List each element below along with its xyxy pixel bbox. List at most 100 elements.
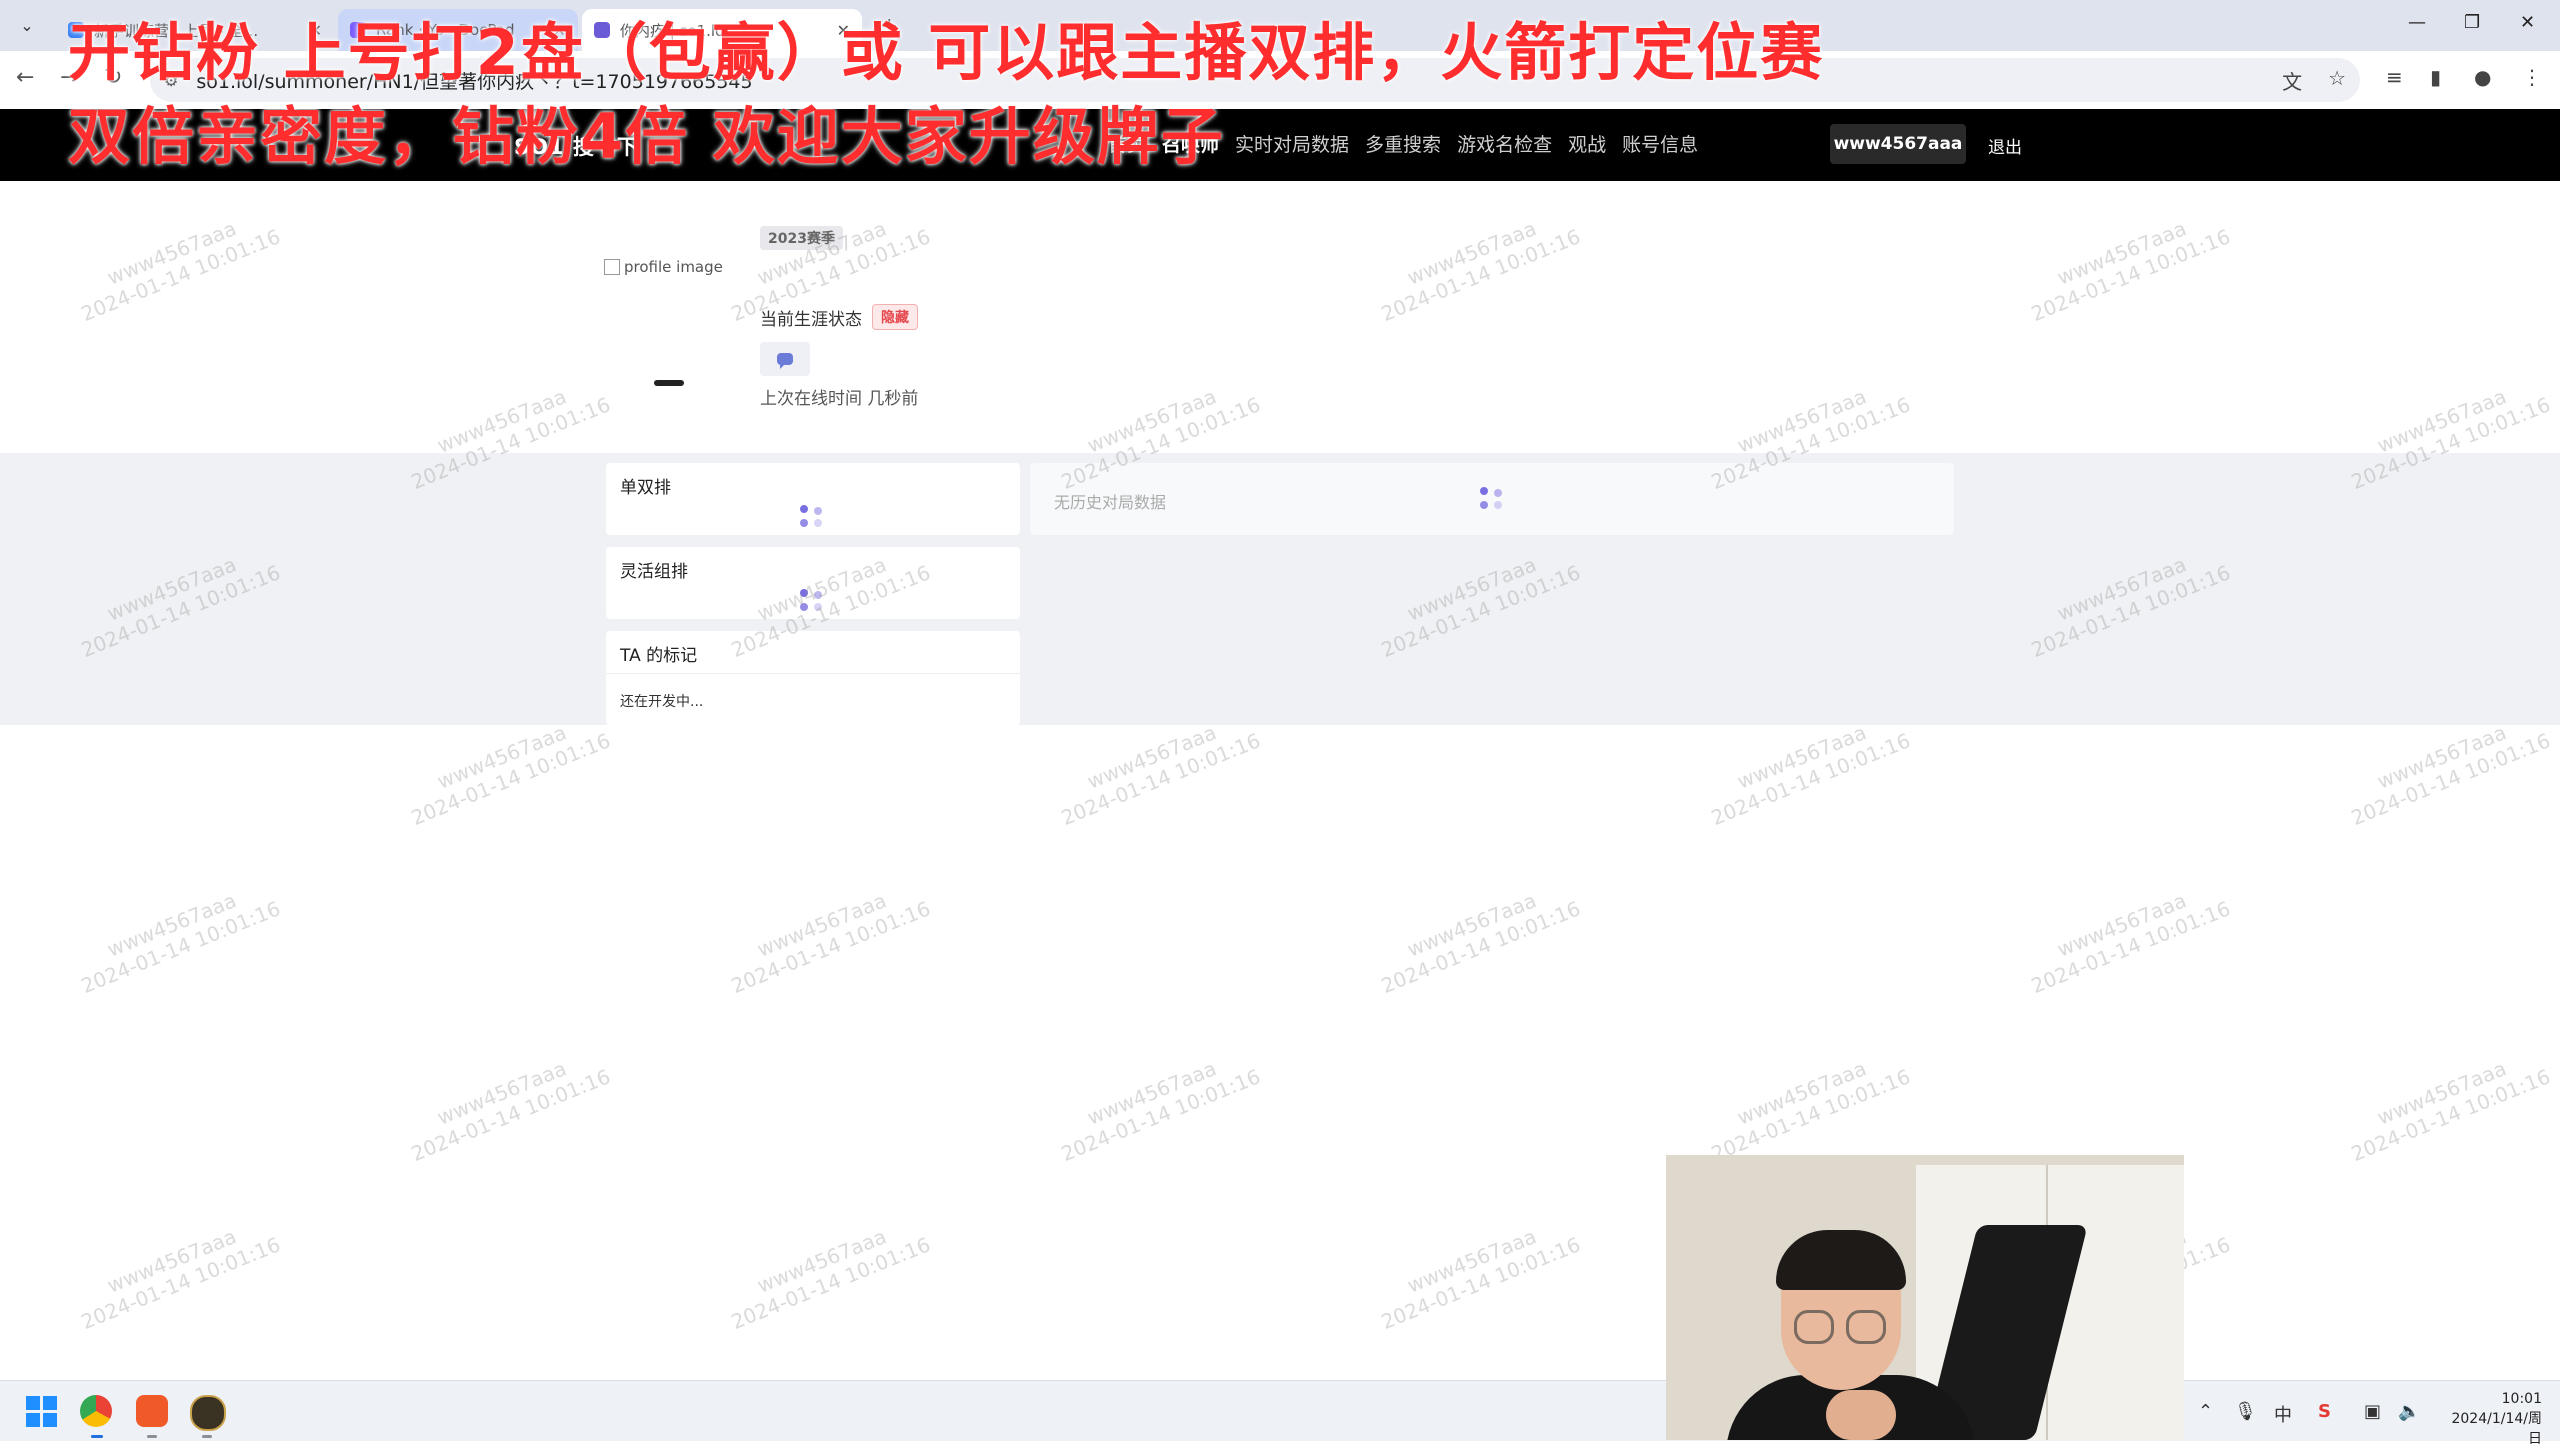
watermark-time: 2024-01-14 10:01:16 — [1057, 1064, 1264, 1167]
watermark-user: www4567aaa — [103, 888, 240, 962]
watermark-text: www4567aaa2024-01-14 10:01:16 — [69, 1210, 284, 1334]
chrome-icon[interactable] — [80, 1395, 112, 1427]
card-title: 单双排 — [620, 478, 671, 498]
watermark-text: www4567aaa2024-01-14 10:01:16 — [2339, 1042, 2554, 1166]
nav-spectate[interactable]: 观战 — [1568, 130, 1606, 157]
watermark-user: www4567aaa — [433, 1056, 570, 1130]
chat-bubble-icon — [777, 353, 793, 369]
system-clock[interactable]: 10:01 2024/1/14/周日 — [2440, 1389, 2542, 1449]
nav-live-game[interactable]: 实时对局数据 — [1235, 130, 1349, 157]
watermark-time: 2024-01-14 10:01:16 — [1377, 224, 1584, 327]
watermark-user: www4567aaa — [2053, 888, 2190, 962]
nav-name-check[interactable]: 游戏名检查 — [1457, 130, 1552, 157]
watermark-user: www4567aaa — [1403, 888, 1540, 962]
tags-placeholder-text: 还在开发中... — [620, 694, 704, 710]
broken-image-icon — [604, 259, 620, 275]
solo-duo-rank-card: 单双排 — [606, 463, 1020, 535]
league-client-icon[interactable] — [190, 1395, 226, 1431]
watermark-text: www4567aaa2024-01-14 10:01:16 — [399, 1042, 614, 1166]
user-menu-button[interactable]: www4567aaa — [1830, 124, 1966, 164]
nav-account-info[interactable]: 账号信息 — [1622, 130, 1698, 157]
watermark-user: www4567aaa — [1083, 1056, 1220, 1130]
last-online-text: 上次在线时间 几秒前 — [760, 389, 919, 409]
status-badge: 隐藏 — [872, 304, 918, 330]
watermark-text: www4567aaa2024-01-14 10:01:16 — [2019, 874, 2234, 998]
logout-link[interactable]: 退出 — [1988, 133, 2022, 158]
app-icon[interactable] — [136, 1395, 168, 1427]
watermark-text: www4567aaa2024-01-14 10:01:16 — [2019, 202, 2234, 326]
webcam-overlay — [1666, 1155, 2184, 1440]
watermark-text: www4567aaa2024-01-14 10:01:16 — [1369, 202, 1584, 326]
side-panel-icon[interactable]: ▮ — [2430, 65, 2441, 89]
level-bar — [654, 380, 684, 386]
empty-history-text: 无历史对局数据 — [1054, 493, 1167, 512]
webcam-glasses — [1846, 1310, 1886, 1344]
card-title: TA 的标记 — [620, 646, 698, 666]
translate-icon[interactable]: 文 — [2282, 66, 2302, 95]
watermark-time: 2024-01-14 10:01:16 — [727, 896, 934, 999]
watermark-time: 2024-01-14 10:01:16 — [2347, 728, 2554, 831]
show-hidden-icons-chevron-up-icon[interactable]: ⌃ — [2198, 1401, 2213, 1422]
webcam-glasses — [1794, 1310, 1834, 1344]
watermark-user: www4567aaa — [1403, 1224, 1540, 1298]
divider — [606, 673, 1020, 674]
watermark-user: www4567aaa — [103, 1224, 240, 1298]
back-arrow-icon[interactable]: ← — [16, 65, 34, 90]
running-indicator — [91, 1435, 103, 1438]
profile-image: profile image — [604, 258, 723, 276]
stream-overlay-line-1: 开钻粉 上号打2盘（包赢）或 可以跟主播双排，火箭打定位赛 — [68, 16, 1825, 89]
running-indicator — [147, 1435, 157, 1438]
watermark-text: www4567aaa2024-01-14 10:01:16 — [719, 874, 934, 998]
tags-card: TA 的标记 还在开发中... — [606, 631, 1020, 725]
browser-menu-icon[interactable]: ⋮ — [2522, 65, 2542, 89]
watermark-time: 2024-01-14 10:01:16 — [2347, 1064, 2554, 1167]
message-button[interactable] — [760, 342, 810, 376]
watermark-time: 2024-01-14 10:01:16 — [727, 1232, 934, 1335]
watermark-time: 2024-01-14 10:01:16 — [1707, 1064, 1914, 1167]
restore-button[interactable]: ❐ — [2464, 12, 2480, 33]
watermark-user: www4567aaa — [2373, 1056, 2510, 1130]
tab-search-button[interactable]: ⌄ — [14, 12, 40, 38]
career-status: 当前生涯状态 隐藏 — [760, 304, 918, 330]
loading-spinner-icon — [800, 589, 824, 613]
season-badge: 2023赛季 — [760, 226, 843, 250]
watermark-text: www4567aaa2024-01-14 10:01:16 — [69, 874, 284, 998]
webcam-person-hand — [1826, 1390, 1896, 1440]
network-icon[interactable]: ▣ — [2364, 1401, 2381, 1422]
watermark-text: www4567aaa2024-01-14 10:01:16 — [69, 202, 284, 326]
card-title: 灵活组排 — [620, 562, 688, 582]
watermark-user: www4567aaa — [2053, 216, 2190, 290]
watermark-time: 2024-01-14 10:01:16 — [407, 728, 614, 831]
window-close-button[interactable]: ✕ — [2520, 12, 2535, 33]
flex-rank-card: 灵活组排 — [606, 547, 1020, 619]
watermark-time: 2024-01-14 10:01:16 — [1377, 896, 1584, 999]
volume-icon[interactable]: 🔈 — [2398, 1401, 2420, 1422]
chevron-down-icon: ⌄ — [20, 15, 34, 35]
profile-avatar-icon[interactable]: ● — [2474, 65, 2491, 89]
nav-multi-search[interactable]: 多重搜索 — [1365, 130, 1441, 157]
watermark-user: www4567aaa — [753, 1224, 890, 1298]
bookmark-star-icon[interactable]: ☆ — [2328, 66, 2346, 95]
clock-time: 10:01 — [2501, 1391, 2542, 1407]
minimize-button[interactable]: — — [2408, 12, 2426, 33]
clock-date: 2024/1/14/周日 — [2451, 1411, 2542, 1447]
windows-start-icon[interactable] — [26, 1396, 57, 1427]
watermark-time: 2024-01-14 10:01:16 — [77, 1232, 284, 1335]
loading-spinner-icon — [1480, 487, 1504, 511]
stream-overlay-line-2: 双倍亲密度，钻粉4倍 欢迎大家升级牌子 — [68, 100, 1225, 173]
loading-spinner-icon — [800, 505, 824, 529]
watermark-text: www4567aaa2024-01-14 10:01:16 — [1369, 874, 1584, 998]
input-method-icon[interactable]: 中 — [2274, 1401, 2292, 1427]
watermark-user: www4567aaa — [103, 216, 240, 290]
microphone-icon[interactable]: 🎙 — [2234, 1401, 2257, 1422]
watermark-time: 2024-01-14 10:01:16 — [77, 224, 284, 327]
watermark-time: 2024-01-14 10:01:16 — [2027, 224, 2234, 327]
watermark-time: 2024-01-14 10:01:16 — [77, 896, 284, 999]
watermark-user: www4567aaa — [1403, 216, 1540, 290]
sogou-ime-icon[interactable]: S — [2318, 1401, 2331, 1422]
watermark-time: 2024-01-14 10:01:16 — [1057, 728, 1264, 831]
watermark-text: www4567aaa2024-01-14 10:01:16 — [1049, 1042, 1264, 1166]
watermark-time: 2024-01-14 10:01:16 — [1377, 1232, 1584, 1335]
reading-list-icon[interactable]: ≡ — [2386, 65, 2403, 89]
watermark-time: 2024-01-14 10:01:16 — [2027, 896, 2234, 999]
